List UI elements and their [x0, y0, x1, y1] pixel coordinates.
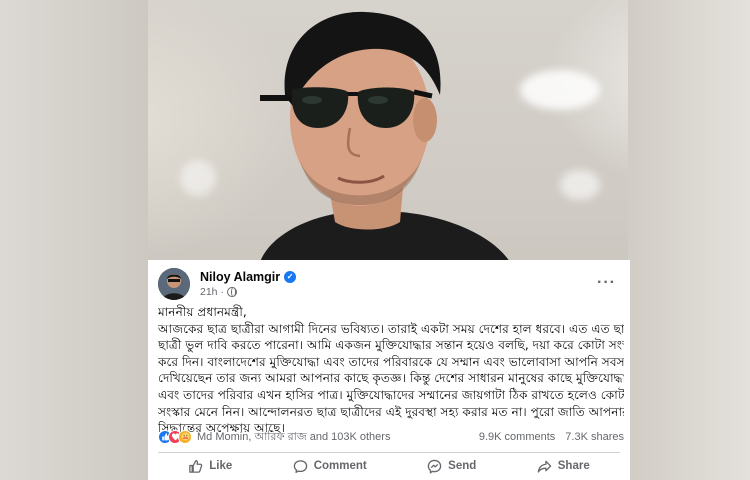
post-body-line: দেখিয়েছেন তার জন্য আমরা আপনার কাছে কৃতজ… — [158, 371, 624, 386]
shares-count[interactable]: 7.3K shares — [565, 431, 624, 443]
post-actions: Like Comment Send Share — [158, 454, 620, 478]
like-icon — [189, 459, 203, 473]
avatar[interactable] — [158, 268, 190, 300]
post-body: মাননীয় প্রধানমন্ত্রী, আজকের ছাত্র ছাত্র… — [158, 304, 624, 437]
comment-icon — [293, 459, 307, 473]
comment-button[interactable]: Comment — [283, 456, 377, 477]
post-body-line: সংস্কার মেনে নিন। আন্দোলনরত ছাত্র ছাত্রী… — [158, 404, 624, 419]
person-photo — [260, 11, 510, 262]
comments-count[interactable]: 9.9K comments — [479, 431, 555, 443]
send-label: Send — [448, 460, 477, 472]
post-body-line: মাননীয় প্রধানমন্ত্রী, — [158, 305, 247, 319]
reactions-summary[interactable]: Md Momin, আরিফ রাজ and 103K others — [197, 428, 390, 447]
post-header: Niloy Alamgir ✓ 21h · ··· — [158, 268, 620, 300]
background-right-panel — [628, 0, 750, 480]
share-icon — [537, 460, 551, 473]
reactions-bar: Md Momin, আরিফ রাজ and 103K others 9.9K … — [158, 428, 624, 446]
author-name[interactable]: Niloy Alamgir — [200, 270, 280, 284]
comment-label: Comment — [313, 460, 367, 472]
post-body-line: করে দিন। বাংলাদেশের মুক্তিযোদ্ধা এবং তাদ… — [158, 354, 624, 369]
send-icon — [427, 459, 442, 474]
background-left-panel — [0, 0, 148, 480]
like-button[interactable]: Like — [178, 456, 242, 477]
author-row: Niloy Alamgir ✓ — [200, 270, 297, 284]
verified-badge-icon: ✓ — [284, 271, 297, 283]
post-body-line: আজকের ছাত্র ছাত্রীরা আগামী দিনের ভবিষ্যত… — [158, 321, 624, 336]
post-meta: 21h · — [200, 286, 238, 298]
engagement-counts: 9.9K comments 7.3K shares — [479, 431, 624, 443]
more-options-icon[interactable]: ··· — [597, 274, 616, 292]
background-light — [560, 170, 600, 200]
divider — [158, 452, 620, 453]
care-reaction-icon — [178, 430, 192, 444]
share-button[interactable]: Share — [527, 456, 600, 477]
post-body-line: ছাত্রী ভুল দাবি করতে পারেনা। আমি একজন মু… — [158, 338, 624, 353]
facebook-post-card: Niloy Alamgir ✓ 21h · ··· মাননীয় প্রধান… — [148, 260, 630, 480]
meta-separator: · — [220, 286, 225, 298]
post-body-line: এবং তাদের পরিবার এখন হাসির পাত্র। মুক্তি… — [158, 387, 624, 402]
globe-icon — [227, 287, 238, 297]
reaction-icons[interactable] — [158, 430, 192, 444]
like-label: Like — [209, 460, 233, 472]
share-label: Share — [557, 460, 590, 472]
post-time[interactable]: 21h — [200, 286, 218, 298]
send-button[interactable]: Send — [417, 456, 486, 477]
